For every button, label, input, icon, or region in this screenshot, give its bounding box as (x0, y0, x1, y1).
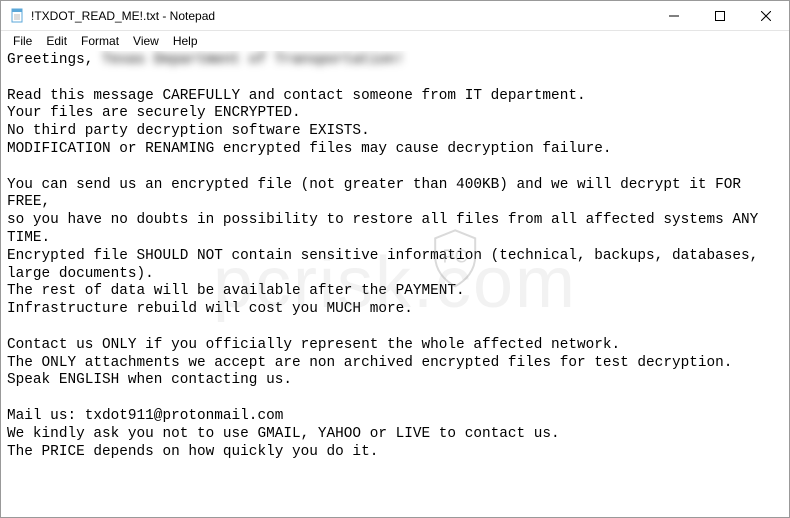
greeting-text: Greetings, (7, 52, 102, 68)
window-title: !TXDOT_READ_ME!.txt - Notepad (31, 9, 215, 23)
menu-format[interactable]: Format (75, 33, 125, 49)
window-titlebar: !TXDOT_READ_ME!.txt - Notepad (1, 1, 789, 31)
minimize-button[interactable] (651, 1, 697, 31)
notepad-icon (9, 8, 25, 24)
menu-edit[interactable]: Edit (40, 33, 73, 49)
menu-view[interactable]: View (127, 33, 165, 49)
maximize-button[interactable] (697, 1, 743, 31)
editor-content[interactable]: Greetings, Texas Department of Transport… (1, 51, 789, 517)
body-text: Read this message CAREFULLY and contact … (7, 88, 767, 460)
greeting-blurred-text: Texas Department of Transportation! (102, 52, 404, 68)
titlebar-left: !TXDOT_READ_ME!.txt - Notepad (1, 8, 215, 24)
menu-file[interactable]: File (7, 33, 38, 49)
close-button[interactable] (743, 1, 789, 31)
menu-help[interactable]: Help (167, 33, 204, 49)
menubar: File Edit Format View Help (1, 31, 789, 51)
window-controls (651, 1, 789, 30)
